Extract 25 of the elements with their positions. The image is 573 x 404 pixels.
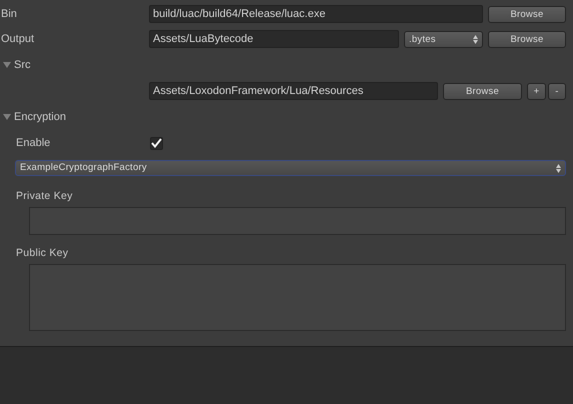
field-label: Enable xyxy=(16,136,52,151)
public-key-textarea[interactable] xyxy=(29,264,566,330)
browse-button[interactable]: Browse xyxy=(443,82,522,100)
field-label: Bin xyxy=(0,6,18,22)
section-foldout[interactable]: Src xyxy=(14,56,30,74)
section-foldout[interactable]: Encryption xyxy=(14,108,66,126)
extension-dropdown[interactable]: .bytes xyxy=(404,30,483,48)
expanded-triangle-icon[interactable] xyxy=(3,61,11,69)
path-field[interactable]: Assets/LuaBytecode xyxy=(149,30,399,48)
field-label: Output xyxy=(0,32,36,47)
updown-icon xyxy=(556,164,561,172)
field-label: Public Key xyxy=(16,246,68,259)
factory-dropdown[interactable]: ExampleCryptographFactory xyxy=(15,160,566,176)
browse-button[interactable]: Browse xyxy=(488,30,566,48)
remove-button[interactable]: - xyxy=(548,82,566,100)
path-field[interactable]: build/luac/build64/Release/luac.exe xyxy=(149,5,483,23)
field-label: Private Key xyxy=(16,190,73,202)
browse-button[interactable]: Browse xyxy=(488,6,566,22)
checkmark-icon xyxy=(151,138,162,148)
private-key-textarea[interactable] xyxy=(29,206,566,235)
expanded-triangle-icon[interactable] xyxy=(3,113,11,121)
enable-checkbox[interactable] xyxy=(150,136,163,150)
add-button[interactable]: + xyxy=(527,82,546,100)
updown-icon xyxy=(473,34,478,44)
path-field[interactable]: Assets/LoxodonFramework/Lua/Resources xyxy=(149,82,438,100)
